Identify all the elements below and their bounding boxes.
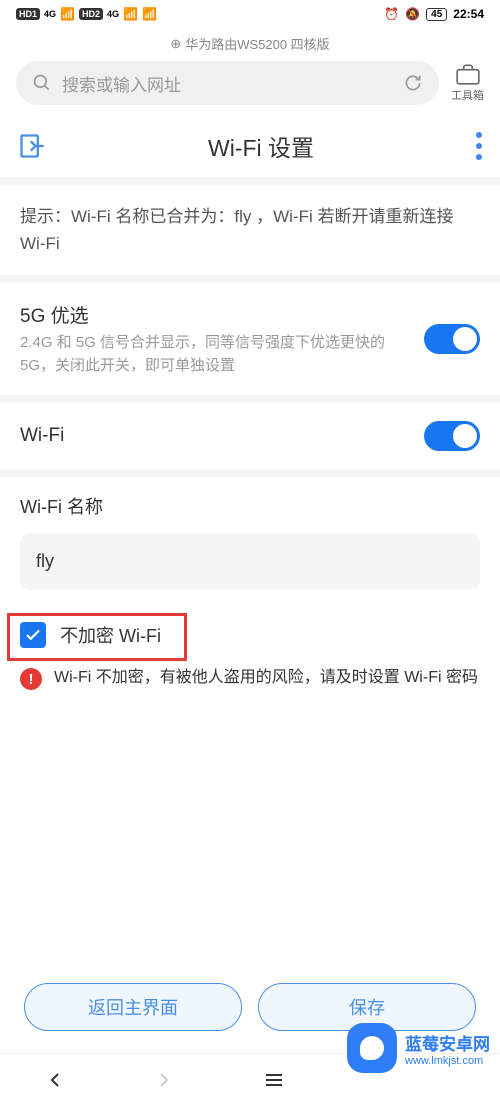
mute-icon: 🔕 bbox=[405, 7, 420, 21]
hd1-badge: HD1 bbox=[16, 8, 40, 20]
hd2-badge: HD2 bbox=[79, 8, 103, 20]
time-display: 22:54 bbox=[453, 7, 484, 21]
exit-icon[interactable] bbox=[18, 132, 46, 160]
net1-indicator: 4G bbox=[44, 9, 56, 19]
button-row: 返回主界面 保存 bbox=[0, 983, 500, 1031]
prefer-5g-title: 5G 优选 bbox=[20, 301, 424, 328]
watermark-title: 蓝莓安卓网 bbox=[405, 1030, 490, 1055]
save-button[interactable]: 保存 bbox=[258, 983, 476, 1031]
wifi-name-section: Wi-Fi 名称 fly bbox=[0, 469, 500, 606]
back-button[interactable]: 返回主界面 bbox=[24, 983, 242, 1031]
bottom-nav bbox=[0, 1053, 500, 1111]
no-encrypt-label: 不加密 Wi-Fi bbox=[60, 622, 161, 648]
prefer-5g-toggle[interactable] bbox=[424, 324, 480, 354]
address-bar[interactable]: 搜索或输入网址 bbox=[16, 61, 439, 105]
search-placeholder: 搜索或输入网址 bbox=[62, 71, 181, 96]
refresh-icon[interactable] bbox=[403, 73, 423, 93]
tip-section: 提示：Wi-Fi 名称已合并为：fly ，Wi-Fi 若断开请重新连接 Wi-F… bbox=[0, 177, 500, 275]
page-header: Wi-Fi 设置 bbox=[0, 115, 500, 177]
toolbox-label: 工具箱 bbox=[451, 87, 484, 103]
alarm-icon: ⏰ bbox=[384, 7, 399, 21]
toolbox-icon bbox=[455, 63, 481, 85]
battery-indicator: 45 bbox=[426, 8, 447, 21]
no-encrypt-row: 不加密 Wi-Fi bbox=[0, 606, 500, 652]
nav-back-button[interactable] bbox=[43, 1068, 67, 1097]
toolbox-button[interactable]: 工具箱 bbox=[451, 63, 484, 103]
nav-forward-button[interactable] bbox=[152, 1068, 176, 1097]
no-encrypt-checkbox[interactable] bbox=[20, 622, 46, 648]
net2-indicator: 4G bbox=[107, 9, 119, 19]
browser-tab-title: ⊕ 华为路由WS5200 四核版 bbox=[16, 34, 484, 53]
warning-icon: ! bbox=[20, 668, 42, 690]
page-title: Wi-Fi 设置 bbox=[208, 129, 314, 163]
signal1-icon: 📶 bbox=[60, 7, 75, 21]
warning-row: ! Wi-Fi 不加密，有被他人盗用的风险，请及时设置 Wi-Fi 密码 bbox=[0, 652, 500, 704]
check-icon bbox=[24, 626, 42, 644]
wifi-name-input[interactable]: fly bbox=[20, 533, 480, 590]
prefer-5g-desc: 2.4G 和 5G 信号合并显示，同等信号强度下优选更快的 5G，关闭此开关，即… bbox=[20, 332, 424, 377]
signal2-icon: 📶 bbox=[123, 7, 138, 21]
prefer-5g-section: 5G 优选 2.4G 和 5G 信号合并显示，同等信号强度下优选更快的 5G，关… bbox=[0, 275, 500, 395]
warning-text: Wi-Fi 不加密，有被他人盗用的风险，请及时设置 Wi-Fi 密码 bbox=[54, 666, 478, 690]
search-icon bbox=[32, 73, 52, 93]
browser-header: ⊕ 华为路由WS5200 四核版 搜索或输入网址 工具箱 bbox=[0, 28, 500, 115]
nav-menu-button[interactable] bbox=[262, 1068, 286, 1097]
wifi-title: Wi-Fi bbox=[20, 425, 64, 447]
wifi-icon: 📶 bbox=[142, 7, 157, 21]
wifi-section: Wi-Fi bbox=[0, 395, 500, 469]
tip-text: 提示：Wi-Fi 名称已合并为：fly ，Wi-Fi 若断开请重新连接 Wi-F… bbox=[20, 203, 480, 257]
wifi-toggle[interactable] bbox=[424, 421, 480, 451]
status-bar: HD1 4G 📶 HD2 4G 📶 📶 ⏰ 🔕 45 22:54 bbox=[0, 0, 500, 28]
globe-icon: ⊕ bbox=[170, 36, 181, 52]
more-menu-button[interactable] bbox=[476, 132, 482, 160]
wifi-name-label: Wi-Fi 名称 bbox=[20, 493, 480, 519]
